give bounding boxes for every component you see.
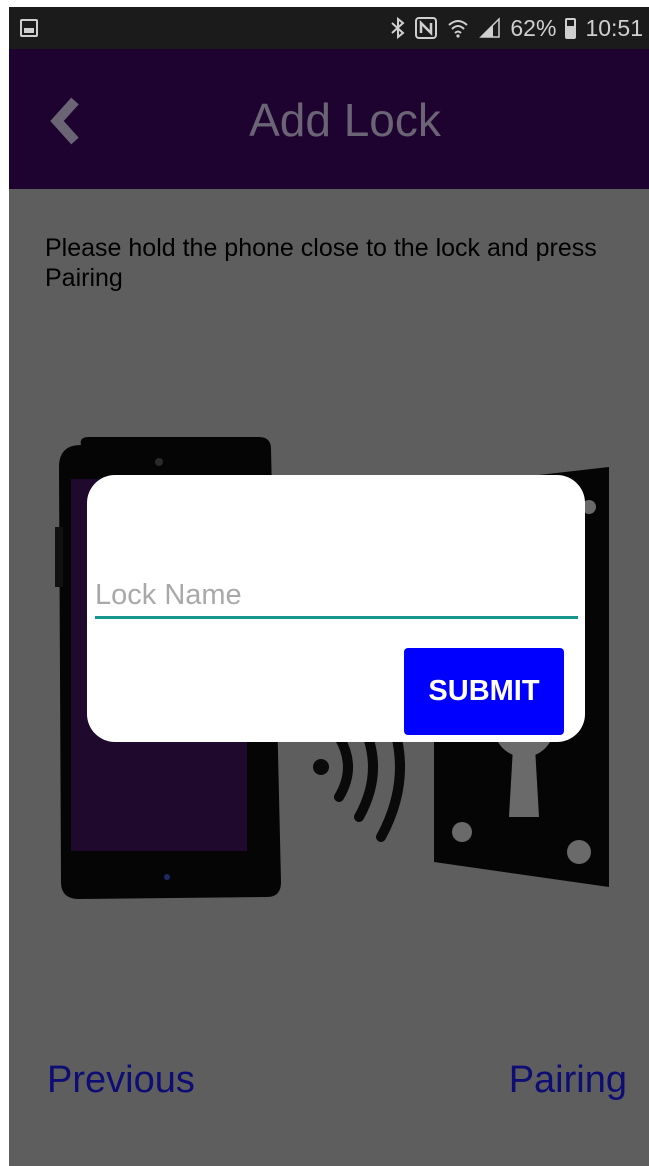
instruction-text: Please hold the phone close to the lock …: [45, 234, 597, 292]
screen: 62% 10:51 Add Lock Please hold the phone…: [9, 7, 649, 1166]
battery-icon: [565, 17, 577, 39]
previous-button[interactable]: Previous: [47, 1059, 195, 1102]
pairing-button[interactable]: Pairing: [509, 1059, 627, 1102]
lock-name-input[interactable]: [95, 575, 578, 619]
status-bar-right: 62% 10:51: [390, 13, 643, 43]
submit-button[interactable]: SUBMIT: [404, 648, 564, 735]
lock-name-dialog: SUBMIT: [87, 475, 585, 742]
status-bar: 62% 10:51: [9, 7, 649, 49]
nfc-icon: [415, 17, 438, 39]
app-bar: Add Lock: [9, 49, 649, 189]
signal-icon: [479, 17, 501, 38]
bluetooth-icon: [391, 16, 405, 40]
wifi-icon: [448, 20, 469, 38]
battery-percent: 62%: [510, 14, 557, 41]
page-title: Add Lock: [249, 94, 441, 146]
gallery-icon: [20, 19, 38, 37]
clock: 10:51: [585, 14, 643, 41]
